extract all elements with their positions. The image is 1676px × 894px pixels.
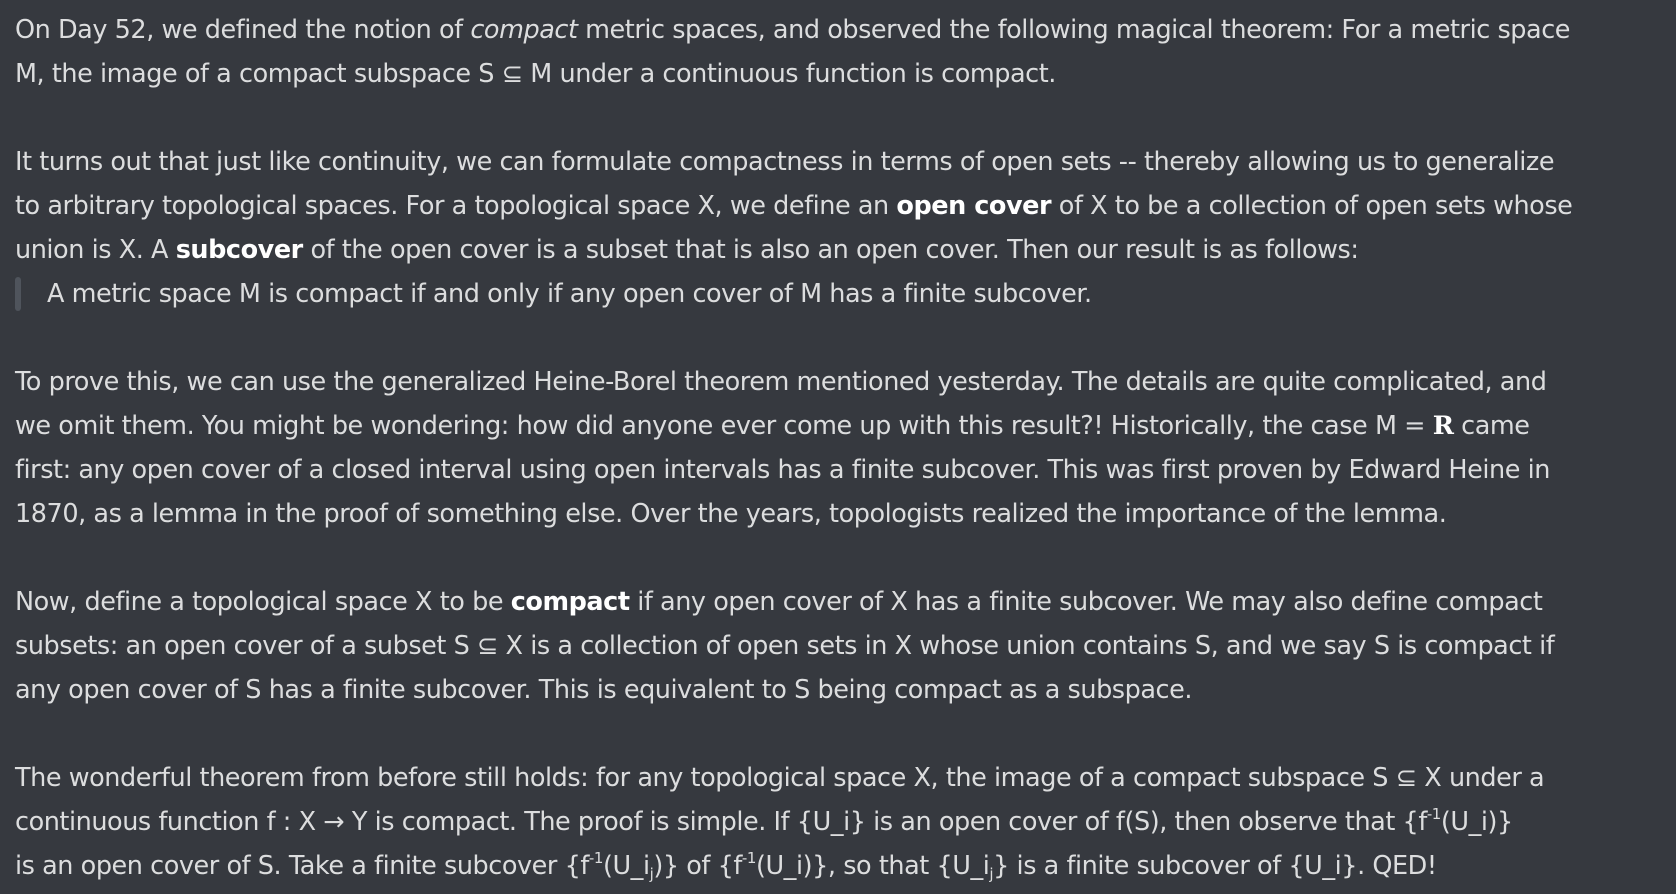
text-line: To prove this, we can use the generalize… [15, 367, 1547, 397]
paragraph-open-cover: It turns out that just like continuity, … [15, 140, 1665, 272]
text-span: On Day 52, we defined the notion of [15, 15, 471, 45]
superscript: -1 [741, 849, 757, 867]
text-span: Now, define a topological space X to be [15, 587, 511, 617]
text-line: we omit them. You might be wondering: ho… [15, 404, 1665, 448]
text-line: M, the image of a compact subspace S ⊆ M… [15, 59, 1056, 89]
superscript: -1 [588, 849, 604, 867]
text-span: of the open cover is a subset that is al… [302, 235, 1359, 265]
italic-text: compact [470, 15, 578, 45]
text-line: 1870, as a lemma in the proof of somethi… [15, 499, 1447, 529]
paragraph-heine-borel: To prove this, we can use the generalize… [15, 360, 1665, 536]
text-span: we omit them. You might be wondering: ho… [15, 411, 1433, 441]
text-span: (U_i)}, so that {U_i [755, 851, 990, 881]
paragraph-compact-definition: Now, define a topological space X to be … [15, 580, 1665, 712]
text-span: (U_i)} [1440, 807, 1513, 837]
chat-message-body: On Day 52, we defined the notion of comp… [15, 8, 1665, 888]
text-line: Now, define a topological space X to be … [15, 580, 1665, 624]
text-span: is an open cover of S. Take a finite sub… [15, 851, 589, 881]
quote-bar [15, 277, 21, 311]
text-span: of X to be a collection of open sets who… [1051, 191, 1573, 221]
text-line: union is X. A subcover of the open cover… [15, 228, 1665, 272]
text-line: continuous function f : X → Y is compact… [15, 800, 1665, 844]
text-span: came [1453, 411, 1530, 441]
text-span: (U_i [602, 851, 650, 881]
reals-symbol: R [1432, 411, 1454, 441]
bold-term: compact [510, 587, 630, 617]
bold-term: open cover [896, 191, 1052, 221]
text-span: metric spaces, and observed the followin… [577, 15, 1571, 45]
text-span: } is a finite subcover of {U_i}. QED! [993, 851, 1437, 881]
quote-text: A metric space M is compact if and only … [47, 279, 1092, 309]
bold-term: subcover [175, 235, 304, 265]
text-line: subsets: an open cover of a subset S ⊆ X… [15, 631, 1555, 661]
paragraph-compact-intro: On Day 52, we defined the notion of comp… [15, 8, 1665, 96]
text-span: if any open cover of X has a finite subc… [629, 587, 1543, 617]
text-line: to arbitrary topological spaces. For a t… [15, 184, 1665, 228]
block-quote: A metric space M is compact if and only … [15, 272, 1665, 316]
paragraph-theorem-proof: The wonderful theorem from before still … [15, 756, 1665, 888]
text-line: It turns out that just like continuity, … [15, 147, 1555, 177]
text-span: continuous function f : X → Y is compact… [15, 807, 1427, 837]
text-span: union is X. A [15, 235, 176, 265]
text-span: to arbitrary topological spaces. For a t… [15, 191, 897, 221]
superscript: -1 [1426, 805, 1442, 823]
text-line: first: any open cover of a closed interv… [15, 455, 1550, 485]
text-line: any open cover of S has a finite subcove… [15, 675, 1193, 705]
text-line: is an open cover of S. Take a finite sub… [15, 844, 1665, 888]
text-line: The wonderful theorem from before still … [15, 763, 1545, 793]
text-line: On Day 52, we defined the notion of comp… [15, 8, 1665, 52]
text-span: )} of {f [653, 851, 742, 881]
